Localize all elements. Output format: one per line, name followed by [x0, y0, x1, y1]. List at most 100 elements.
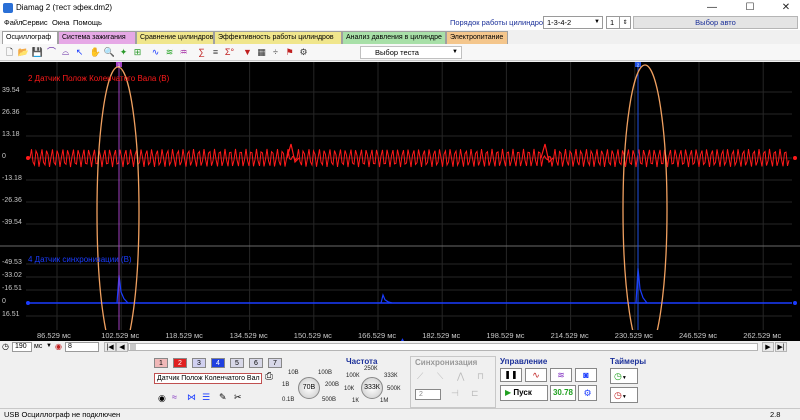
window-title: Diamag 2 (тест эфек.dm2) — [16, 3, 113, 12]
sync-mode-icon[interactable]: ⊏ — [471, 388, 479, 399]
range-knob[interactable]: 70В — [298, 377, 320, 399]
tab-ignition[interactable]: Система зажигания — [58, 31, 136, 44]
maximize-button[interactable]: ☐ — [738, 1, 762, 15]
control-title: Управление — [500, 357, 548, 366]
x-tick-label: 230.529 мс — [614, 331, 653, 340]
sync-level-icon[interactable]: ⊣ — [451, 388, 459, 399]
list-icon[interactable]: ☰ — [202, 392, 210, 403]
sine-wave-icon[interactable]: ∿ — [525, 368, 547, 382]
app-icon — [3, 3, 13, 13]
cursor-icon[interactable]: ↖ — [73, 46, 86, 59]
table-icon[interactable]: ▦ — [255, 46, 268, 59]
channel-button-7[interactable]: 7 — [268, 358, 282, 368]
eye-icon[interactable]: ◉ — [158, 393, 166, 404]
cylinder-order-select[interactable]: 1-3-4-2 ▼ — [543, 16, 603, 29]
freq-500k: 500К — [387, 386, 401, 392]
chevron-down-icon[interactable]: ▼ — [46, 343, 52, 349]
open-folder-icon[interactable]: 📂 — [17, 46, 30, 59]
time-value[interactable]: 190 — [12, 342, 32, 352]
menu-service[interactable]: Сервис — [22, 18, 48, 27]
x-tick-label: 134.529 мс — [229, 331, 268, 340]
minimize-button[interactable]: — — [700, 1, 724, 15]
arc-right-icon[interactable]: ⌓ — [59, 46, 72, 59]
tab-oscillograph[interactable]: Осциллограф — [2, 31, 58, 44]
frequency-knob[interactable]: 333К — [361, 377, 383, 399]
graph-icon[interactable]: ⋈ — [187, 392, 196, 403]
fast-forward-icon[interactable]: ▶| — [775, 342, 787, 352]
scroll-thumb[interactable] — [130, 344, 136, 350]
y-tick-label: -33.02 — [2, 272, 22, 279]
sensor-select[interactable]: Датчик Полож Коленчатого Вал — [154, 373, 262, 384]
channel-button-1[interactable]: 1 — [154, 358, 168, 368]
step-back-icon[interactable]: ◀ — [116, 342, 128, 352]
tab-cylinder-compare[interactable]: Сравнение цилиндров — [136, 31, 214, 44]
chevron-up-icon[interactable]: ▲ — [400, 337, 405, 343]
spin-updown-icon[interactable]: ⇕ — [619, 16, 631, 29]
sync-fall-icon[interactable]: ⟍ — [437, 371, 443, 382]
save-icon[interactable]: 💾 — [31, 46, 44, 59]
sensor-config-icon[interactable]: ⎙ — [265, 371, 273, 382]
play-icon[interactable]: ▶ — [762, 342, 774, 352]
degree-icon[interactable]: Σ° — [223, 46, 236, 59]
pause-icon[interactable]: ❚❚ — [500, 368, 522, 382]
menu-windows[interactable]: Окна — [52, 18, 69, 27]
wave-stack-icon[interactable]: ♒ — [177, 46, 190, 59]
channel-button-4[interactable]: 4 — [211, 358, 225, 368]
rewind-icon[interactable]: |◀ — [104, 342, 116, 352]
flag-icon[interactable]: ⚑ — [283, 46, 296, 59]
sync-both-icon[interactable]: ⋀ — [457, 371, 464, 382]
tools-icon[interactable]: ⚙ — [297, 46, 310, 59]
new-file-icon[interactable]: 🗋 — [3, 46, 16, 59]
channel-button-2[interactable]: 2 — [173, 358, 187, 368]
cylinder-spin-value[interactable]: 1 — [606, 16, 620, 29]
sync-channel-select[interactable]: 2 — [415, 389, 441, 400]
sync-stop-icon[interactable]: ⊓ — [477, 371, 484, 382]
close-button[interactable]: ✕ — [774, 1, 798, 15]
menu-help[interactable]: Помощь — [73, 18, 102, 27]
channel-button-3[interactable]: 3 — [192, 358, 206, 368]
oscillograph-area[interactable]: 12 2 Датчик Полож Коленчатого Вала (В) 4… — [0, 62, 800, 330]
control-panel: 1 2 3 4 5 6 7 Датчик Полож Коленчатого В… — [150, 356, 650, 408]
zoom-icon[interactable]: 🔍 — [103, 46, 116, 59]
range-200v: 200В — [325, 382, 340, 388]
multi-wave-icon[interactable]: ≋ — [550, 368, 572, 382]
timer-2-button[interactable]: ◷▼ — [610, 387, 638, 403]
menu-bar: Файл Сервис Окна Помощь Порядок работы ц… — [0, 16, 800, 30]
oscillograph-canvas[interactable]: 12 — [0, 62, 800, 330]
scissors-icon[interactable]: ✂ — [234, 392, 242, 403]
arc-left-icon[interactable]: ⌒ — [45, 46, 58, 59]
marker-icon[interactable]: ✦ — [117, 46, 130, 59]
horizontal-scrollbar[interactable] — [128, 343, 758, 351]
menu-file[interactable]: Файл — [4, 18, 22, 27]
x-tick-label: 198.529 мс — [486, 331, 525, 340]
start-button[interactable]: ▶ Пуск — [500, 385, 548, 401]
hand-icon[interactable]: ✋ — [89, 46, 102, 59]
channel-button-6[interactable]: 6 — [249, 358, 263, 368]
channel-value[interactable]: 8 — [65, 342, 99, 352]
freq-333k: 333К — [384, 373, 398, 379]
camera-icon[interactable]: ◙ — [575, 368, 597, 382]
channel-button-5[interactable]: 5 — [230, 358, 244, 368]
tab-power[interactable]: Электропитание — [446, 31, 508, 44]
timer-1-button[interactable]: ◷▼ — [610, 368, 638, 384]
y-tick-label: 26.36 — [2, 109, 20, 116]
channel4-spike — [380, 293, 393, 304]
settings-icon[interactable]: ⚙ — [578, 385, 597, 401]
funnel-icon[interactable]: ▼ — [241, 46, 254, 59]
cylinder-order-value: 1-3-4-2 — [547, 18, 572, 27]
pen-icon[interactable]: ✎ — [219, 392, 227, 403]
test-select[interactable]: Выбор теста ▼ — [360, 46, 462, 59]
auto-select-button[interactable]: Выбор авто — [633, 16, 798, 29]
chevron-down-icon: ▼ — [452, 49, 458, 55]
sync-rise-icon[interactable]: ⟋ — [417, 371, 423, 382]
grid-plus-icon[interactable]: ⊞ — [131, 46, 144, 59]
tab-pressure-analysis[interactable]: Анализ давления в цилиндре — [342, 31, 446, 44]
range-knob-group: 10В 100В 1В 200В 0.1В 500В 70В — [278, 370, 340, 408]
divide-icon[interactable]: ÷ — [269, 46, 282, 59]
wave-compare-icon[interactable]: ∿ — [149, 46, 162, 59]
wave-icon[interactable]: ≈ — [172, 392, 177, 402]
sum-icon[interactable]: ∑ — [195, 46, 208, 59]
tab-cylinder-efficiency[interactable]: Эффективность работы цилиндров — [214, 31, 342, 44]
filter-icon[interactable]: ≡ — [209, 46, 222, 59]
wave-overlay-icon[interactable]: ≋ — [163, 46, 176, 59]
